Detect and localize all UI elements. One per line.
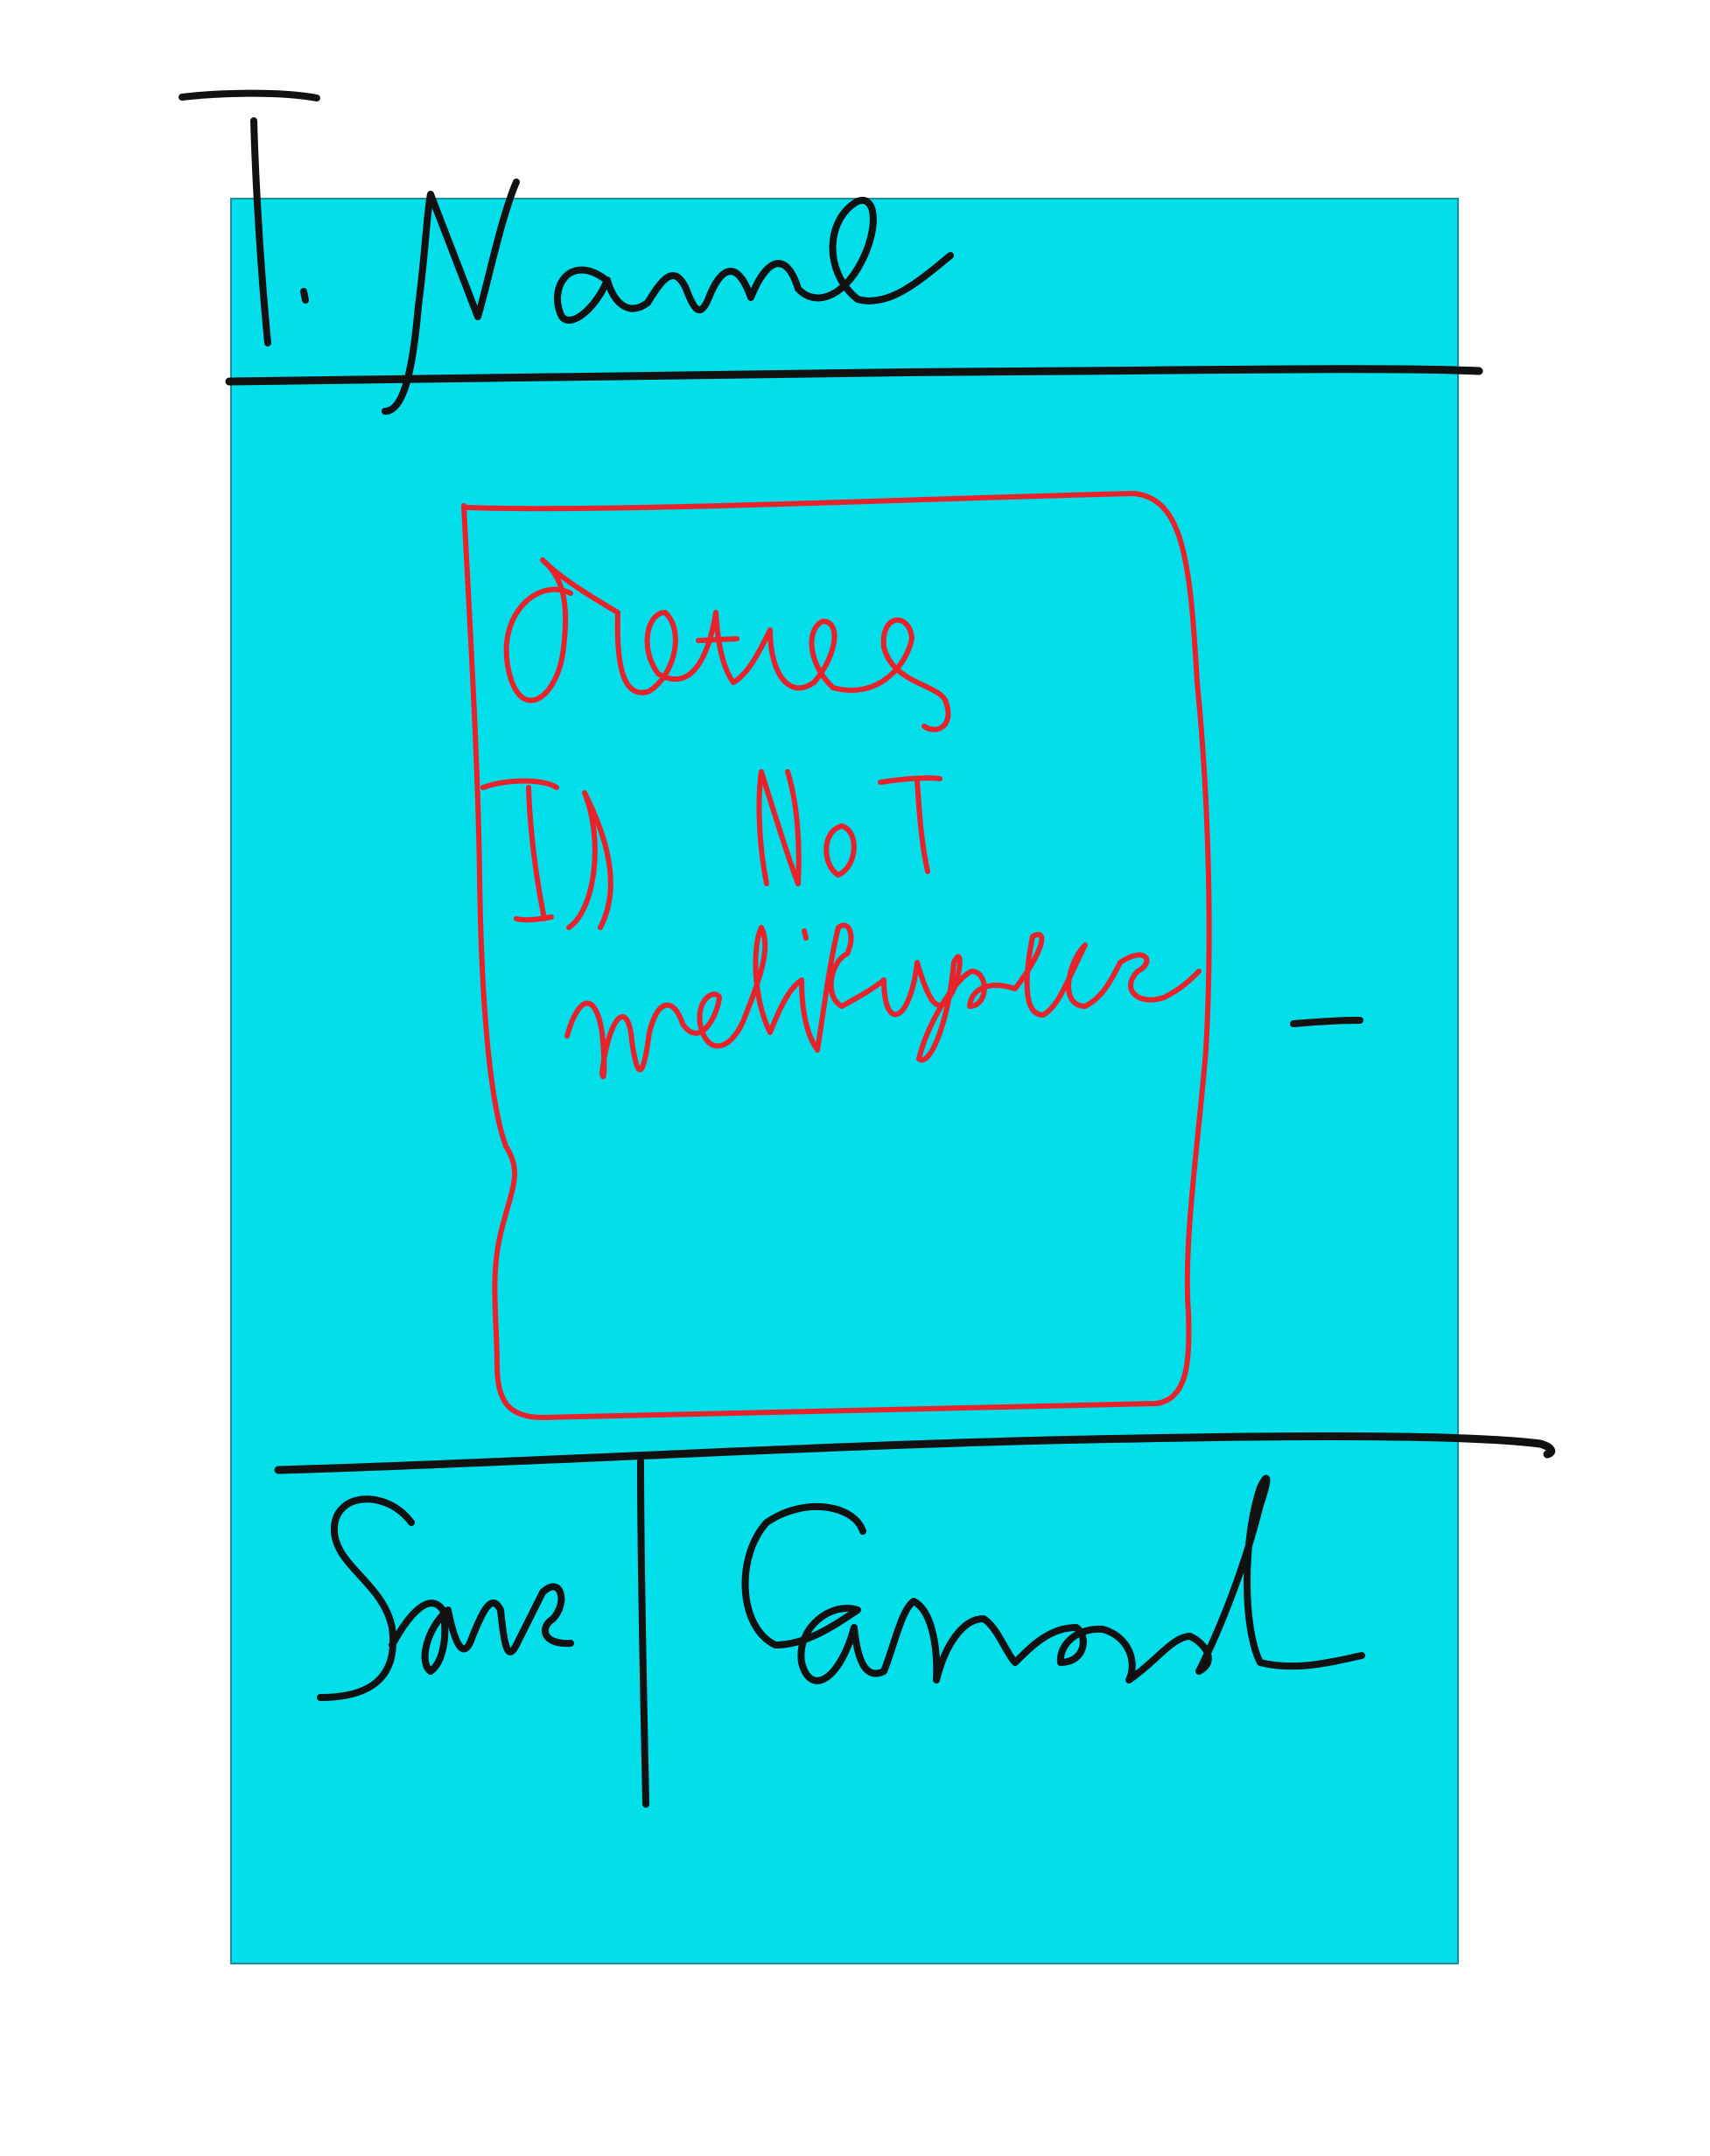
cancel-label: Cancel <box>744 1526 1322 1719</box>
stray-mark <box>1290 1017 1363 1027</box>
save-button[interactable]: Save <box>317 1495 729 1719</box>
content-line-2: ID NOT <box>488 814 904 935</box>
wireframe-sketch: T. Name Datas ID NOT modifyable Save Can… <box>0 0 1710 2156</box>
page-title: T. Name <box>256 186 802 338</box>
save-label: Save <box>324 1526 729 1719</box>
content-line-1: Datas <box>497 604 804 725</box>
content-line-3: modifyable <box>560 961 1098 1073</box>
